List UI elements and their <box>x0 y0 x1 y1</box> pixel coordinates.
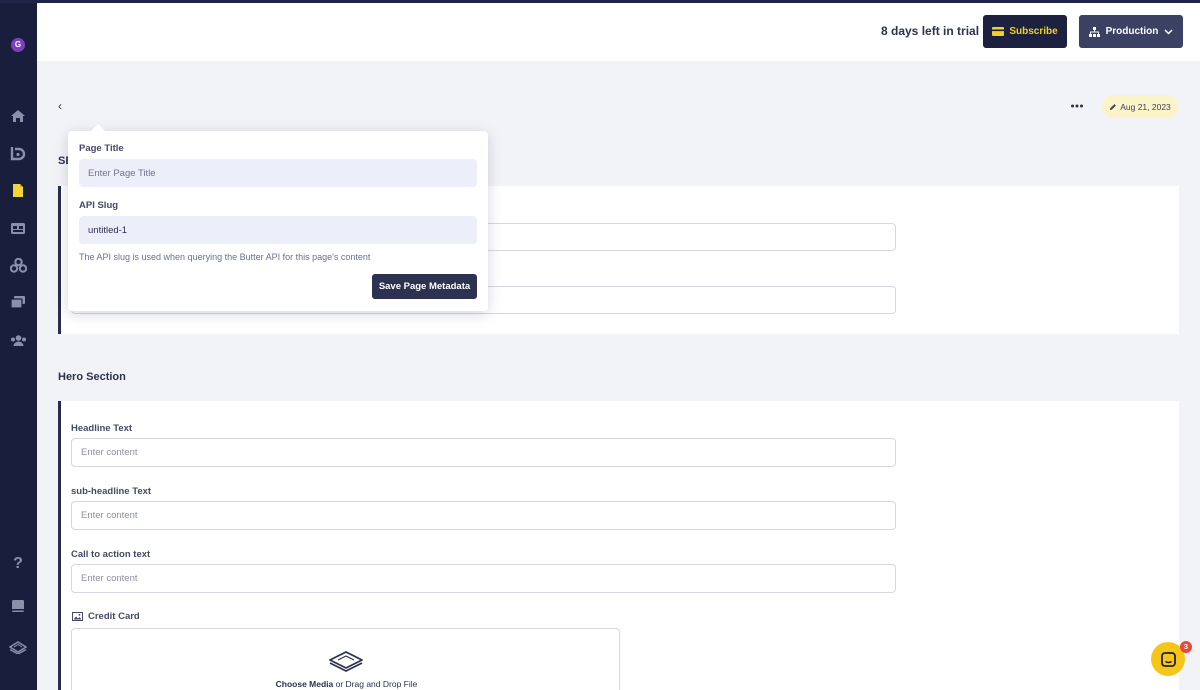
headline-input[interactable]: Enter content <box>71 438 896 467</box>
subheadline-placeholder: Enter content <box>81 510 138 521</box>
subscribe-label: Subscribe <box>1009 26 1058 37</box>
cta-label: Call to action text <box>71 549 151 560</box>
top-header: 8 days left in trial Subscribe Productio… <box>37 3 1200 61</box>
trial-status-text: 8 days left in trial <box>881 24 980 38</box>
save-page-metadata-button[interactable]: Save Page Metadata <box>372 274 477 299</box>
page-title-label: Page Title <box>79 143 124 154</box>
environment-label: Production <box>1105 26 1159 37</box>
user-avatar[interactable]: G <box>11 38 25 52</box>
page-title-input[interactable]: Enter Page Title <box>79 159 477 187</box>
users-icon[interactable] <box>9 332 27 348</box>
api-slug-input[interactable]: untitled-1 <box>79 216 477 244</box>
butter-upload-icon <box>329 651 363 672</box>
choose-media-link[interactable]: Choose Media <box>276 679 334 689</box>
environment-selector[interactable]: Production <box>1079 15 1183 48</box>
hero-section-title: Hero Section <box>58 371 126 383</box>
api-slug-help-text: The API slug is used when querying the B… <box>79 252 371 262</box>
headline-placeholder: Enter content <box>81 447 138 458</box>
pencil-icon <box>1110 103 1117 110</box>
media-icon[interactable] <box>9 294 27 310</box>
subheadline-label: sub-headline Text <box>71 486 152 497</box>
last-modified-badge[interactable]: Aug 21, 2023 <box>1102 95 1178 118</box>
page-metadata-popover: Page Title Enter Page Title API Slug unt… <box>68 131 488 311</box>
sitemap-icon <box>1088 26 1100 37</box>
butter-logo-icon[interactable] <box>9 639 27 655</box>
page-title-placeholder: Enter Page Title <box>88 167 156 179</box>
drag-drop-text: or Drag and Drop File <box>333 679 418 689</box>
back-chevron-icon[interactable]: ‹ <box>58 99 68 113</box>
collections-icon[interactable] <box>9 220 27 236</box>
media-field-label: Credit Card <box>88 611 140 622</box>
home-icon[interactable] <box>9 108 27 124</box>
more-options-icon[interactable] <box>1069 99 1085 111</box>
docs-icon[interactable] <box>9 598 27 614</box>
blog-icon[interactable] <box>9 145 27 161</box>
subheadline-input[interactable]: Enter content <box>71 501 896 530</box>
date-label: Aug 21, 2023 <box>1120 101 1171 112</box>
media-drop-zone[interactable]: Choose Media or Drag and Drop File <box>71 628 620 690</box>
sidebar: G ? <box>0 0 37 690</box>
headline-label: Headline Text <box>71 423 133 434</box>
api-slug-value: untitled-1 <box>88 224 128 236</box>
chat-icon <box>1160 651 1176 667</box>
pages-icon[interactable] <box>9 182 27 198</box>
components-icon[interactable] <box>9 257 27 273</box>
media-drop-text: Choose Media or Drag and Drop File <box>72 679 621 689</box>
cta-input[interactable]: Enter content <box>71 564 896 593</box>
image-icon <box>72 612 83 621</box>
cta-placeholder: Enter content <box>81 573 138 584</box>
help-icon[interactable]: ? <box>9 555 27 572</box>
chat-notification-badge: 3 <box>1180 641 1192 653</box>
top-accent-line <box>0 0 1200 3</box>
subscribe-button[interactable]: Subscribe <box>983 15 1067 48</box>
popover-arrow <box>90 124 106 132</box>
api-slug-label: API Slug <box>79 200 119 211</box>
credit-card-icon <box>992 27 1005 36</box>
chevron-down-icon <box>1164 28 1173 35</box>
